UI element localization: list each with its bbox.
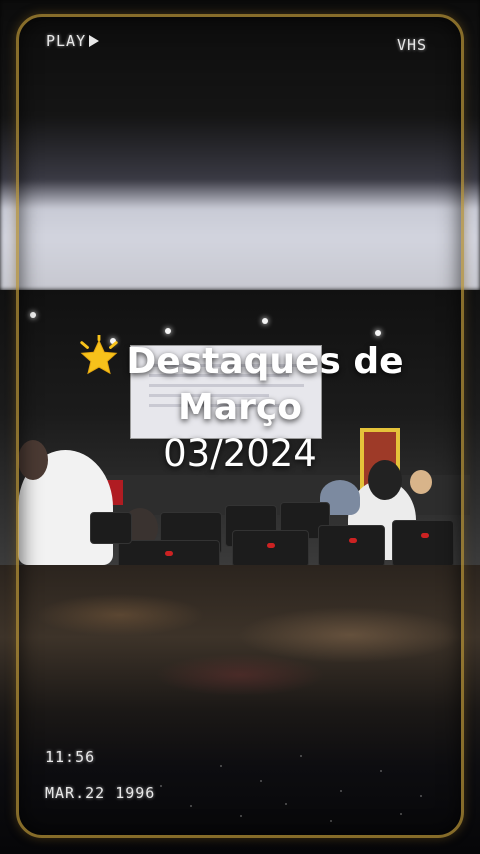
title-date: 03/2024 — [163, 432, 317, 475]
vhs-time: 11:56 — [45, 748, 96, 766]
video-frame: PLAY VHS 11:56 MAR.22 1996 Destaques de … — [0, 0, 480, 854]
play-label: PLAY — [46, 32, 87, 50]
format-label: VHS — [397, 36, 428, 54]
title-line-2: Março — [178, 387, 302, 428]
title-line-1: Destaques de — [0, 335, 480, 385]
title-text-1: Destaques de — [126, 341, 404, 382]
title-block: Destaques de Março 03/2024 — [0, 335, 480, 477]
glowing-star-icon — [80, 335, 119, 375]
play-indicator: PLAY — [46, 32, 100, 50]
vhs-date: MAR.22 1996 — [45, 784, 156, 802]
play-icon — [89, 35, 100, 47]
